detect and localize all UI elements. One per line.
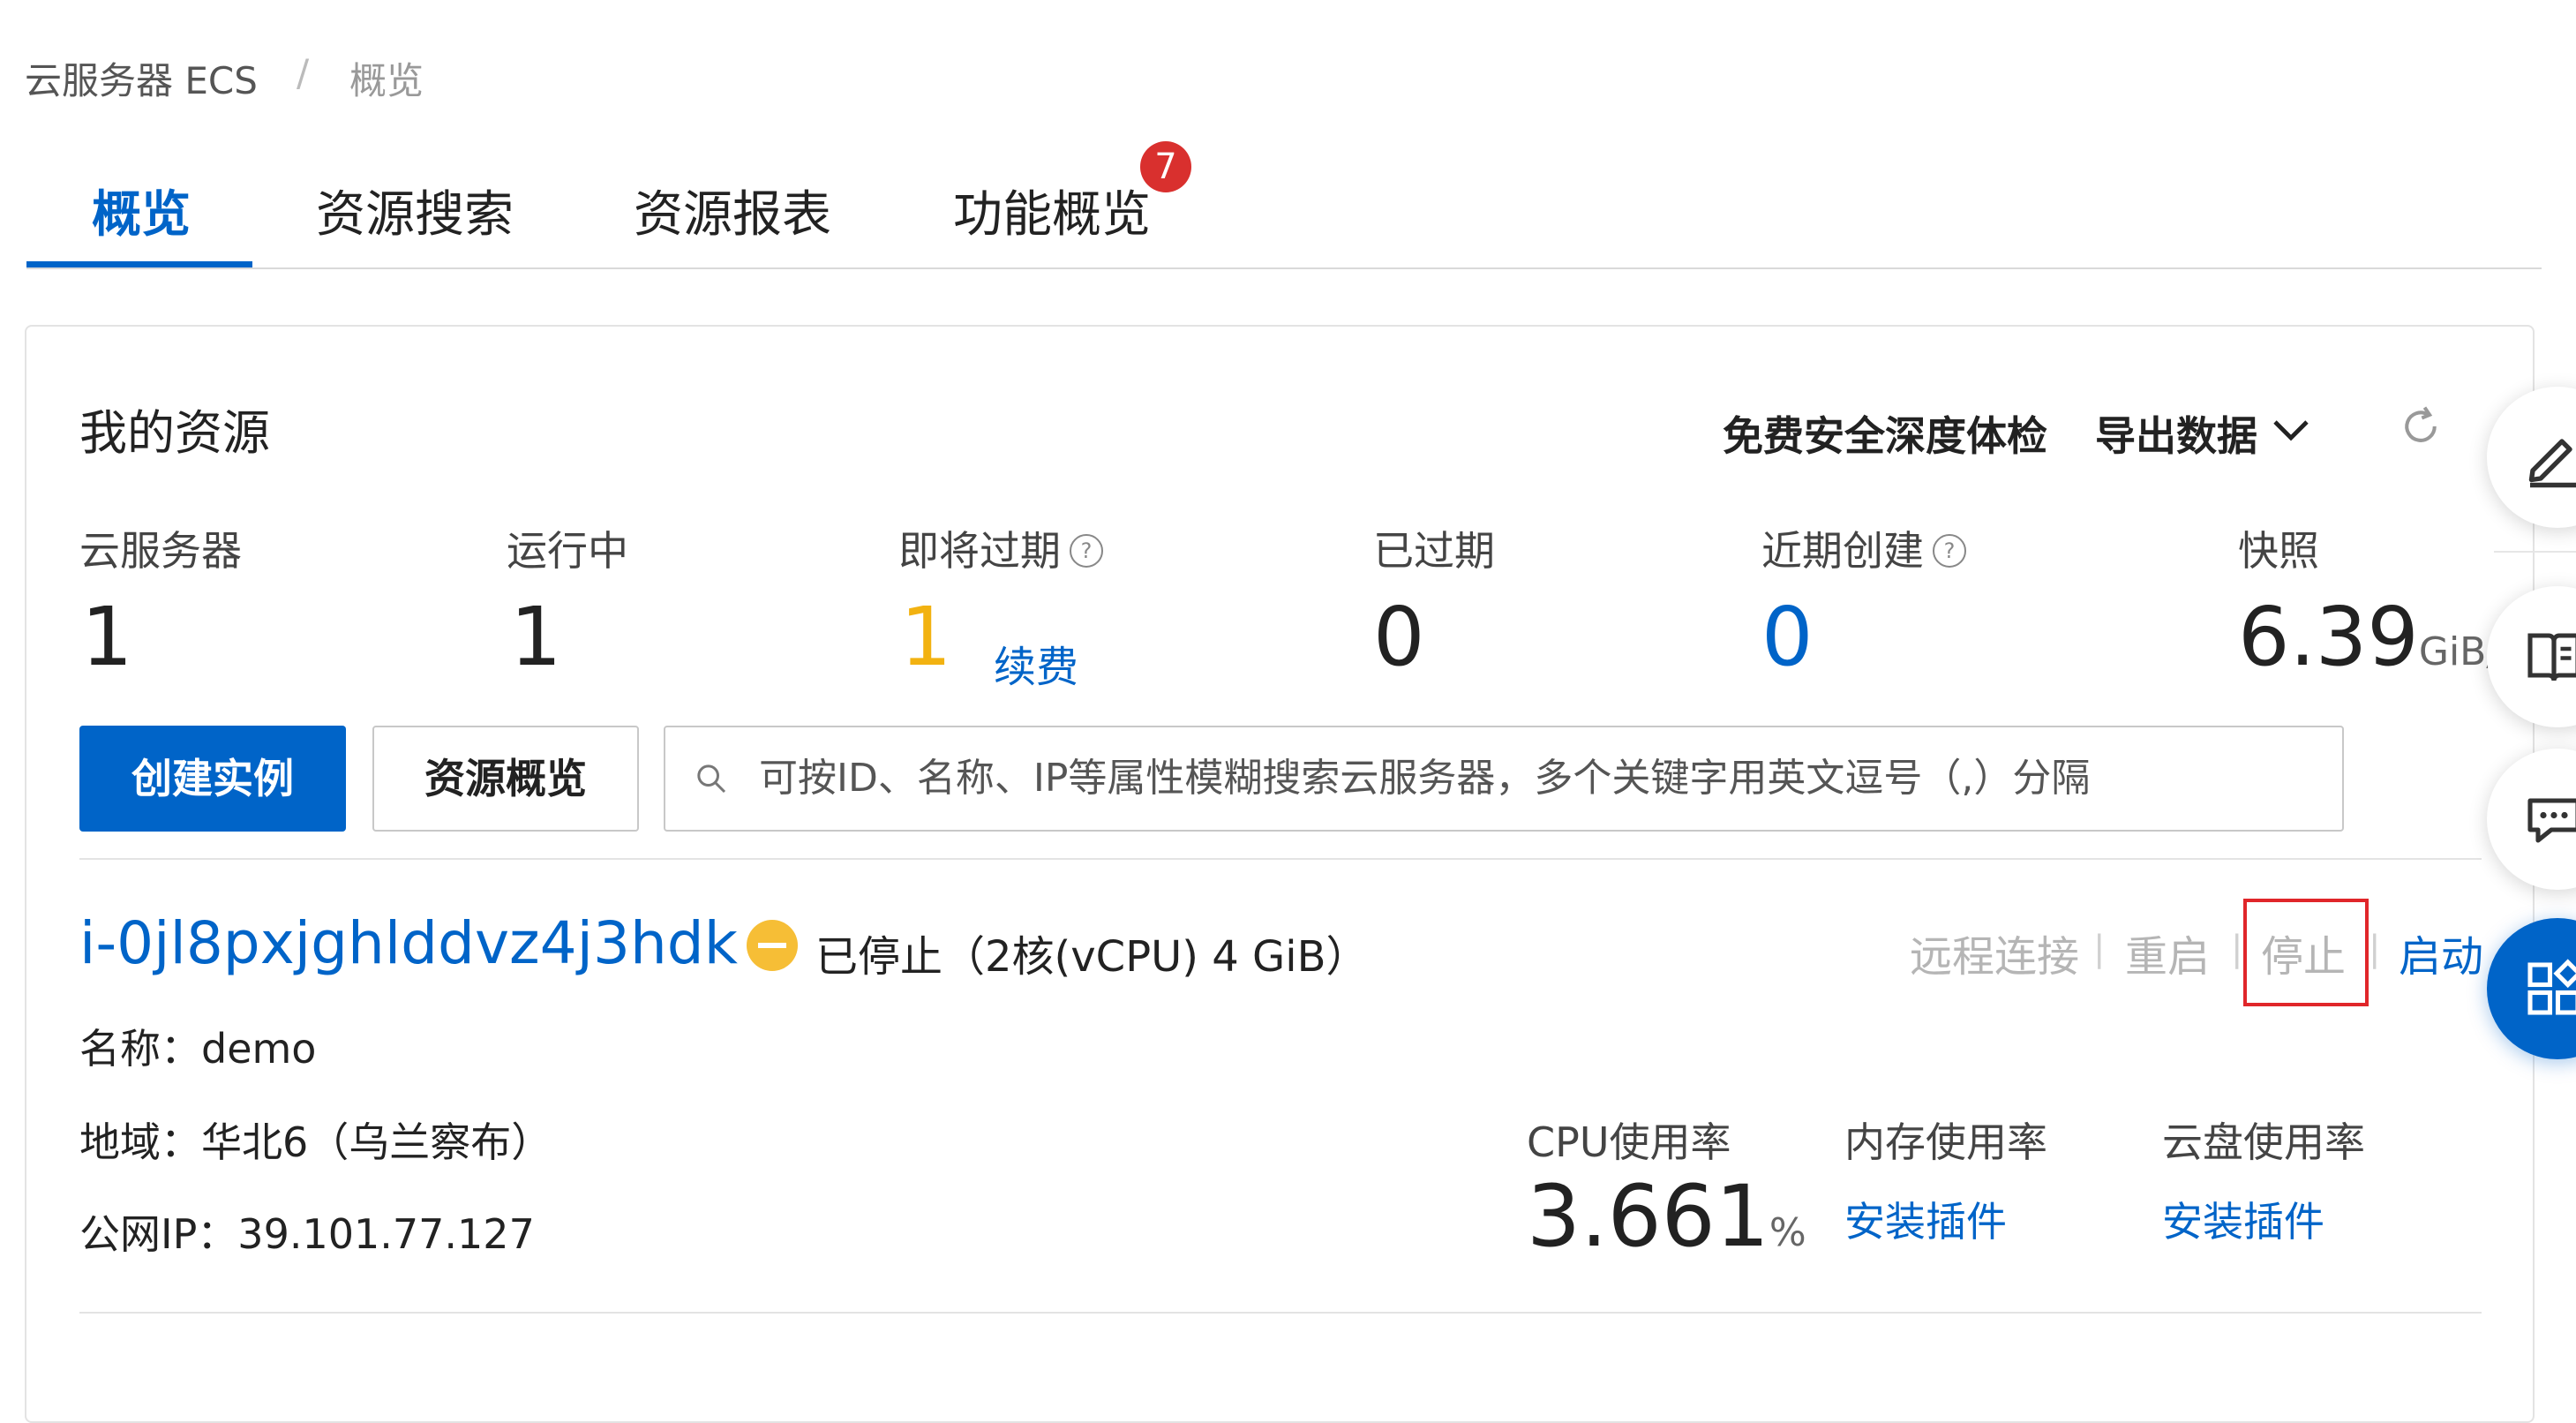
notification-badge: 7	[1140, 141, 1191, 192]
instance-public-ip: 公网IP：39.101.77.127	[79, 1202, 535, 1261]
edit-icon	[2522, 425, 2576, 489]
instance-status: 已停止（2核(vCPU) 4 GiB）	[815, 922, 1369, 983]
stat-value-expiring[interactable]: 1	[900, 597, 952, 678]
stat-label-expired: 已过期	[1373, 519, 1495, 577]
export-data-dropdown[interactable]: 导出数据	[2095, 404, 2257, 463]
stat-value-running[interactable]: 1	[510, 597, 562, 678]
help-icon[interactable]: ?	[1933, 534, 1966, 568]
stat-label-snapshot: 快照	[2238, 519, 2319, 577]
tab-resource-report[interactable]: 资源报表	[634, 175, 831, 246]
refresh-icon[interactable]	[2397, 403, 2445, 450]
op-separator: |	[2093, 929, 2105, 969]
stat-snapshot[interactable]: 6.39GiB/1	[2238, 597, 2524, 678]
stat-label-running: 运行中	[507, 519, 628, 577]
memory-usage-label: 内存使用率	[1844, 1111, 2047, 1169]
book-icon	[2522, 625, 2576, 689]
divider	[79, 858, 2482, 860]
chevron-down-icon[interactable]	[2270, 408, 2312, 450]
remote-connect-button[interactable]: 远程连接	[1910, 922, 2079, 983]
stat-value-recent[interactable]: 0	[1761, 597, 1814, 678]
active-tab-indicator	[26, 261, 252, 267]
instance-name: 名称：demo	[79, 1017, 316, 1075]
stat-value-snapshot: 6.39	[2238, 590, 2419, 684]
cpu-usage-value: 3.661	[1527, 1167, 1769, 1266]
tab-resource-search[interactable]: 资源搜索	[316, 175, 514, 246]
stat-label-recent: 近期创建	[1761, 527, 1924, 575]
instance-region: 地域：华北6（乌兰察布）	[79, 1111, 552, 1169]
toolbar-divider	[2494, 551, 2576, 553]
stat-label-expiring: 即将过期	[898, 527, 1061, 575]
breadcrumb-separator: /	[297, 51, 309, 94]
resource-overview-button[interactable]: 资源概览	[372, 726, 639, 832]
cpu-usage-unit: %	[1769, 1210, 1806, 1255]
divider	[79, 1312, 2482, 1314]
tab-feature-overview[interactable]: 功能概览	[953, 175, 1151, 246]
restart-button[interactable]: 重启	[2125, 922, 2210, 983]
cpu-usage-label: CPU使用率	[1527, 1111, 1731, 1169]
renew-link[interactable]: 续费	[994, 632, 1078, 694]
card-title: 我的资源	[79, 394, 270, 463]
cpu-usage: 3.661%	[1527, 1174, 1806, 1259]
stat-value-expired[interactable]: 0	[1373, 597, 1425, 678]
create-instance-button[interactable]: 创建实例	[79, 726, 346, 832]
breadcrumb-current: 概览	[349, 51, 424, 105]
apps-icon	[2522, 957, 2576, 1020]
tab-overview[interactable]: 概览	[92, 175, 191, 246]
op-separator: |	[2369, 929, 2380, 969]
memory-install-plugin-link[interactable]: 安装插件	[1844, 1190, 2007, 1248]
instance-id-link[interactable]: i-0jl8pxjghlddvz4j3hdk	[79, 909, 738, 977]
stat-recent: 近期创建?	[1761, 519, 1966, 577]
security-check-link[interactable]: 免费安全深度体检	[1723, 404, 2047, 463]
search-icon	[694, 761, 729, 796]
stat-value-servers[interactable]: 1	[81, 597, 133, 678]
stat-expiring: 即将过期?	[898, 519, 1103, 577]
chat-icon	[2522, 787, 2576, 851]
op-separator: |	[2231, 929, 2242, 969]
search-input[interactable]	[759, 738, 2312, 817]
disk-usage-label: 云盘使用率	[2162, 1111, 2365, 1169]
disk-install-plugin-link[interactable]: 安装插件	[2162, 1190, 2324, 1248]
start-button[interactable]: 启动	[2399, 922, 2483, 983]
stat-label-servers: 云服务器	[79, 519, 242, 577]
stopped-status-icon	[747, 920, 798, 971]
tabs-divider	[26, 267, 2542, 269]
help-icon[interactable]: ?	[1070, 534, 1103, 568]
breadcrumb-root[interactable]: 云服务器 ECS	[25, 51, 258, 105]
highlight-box	[2243, 899, 2369, 1006]
